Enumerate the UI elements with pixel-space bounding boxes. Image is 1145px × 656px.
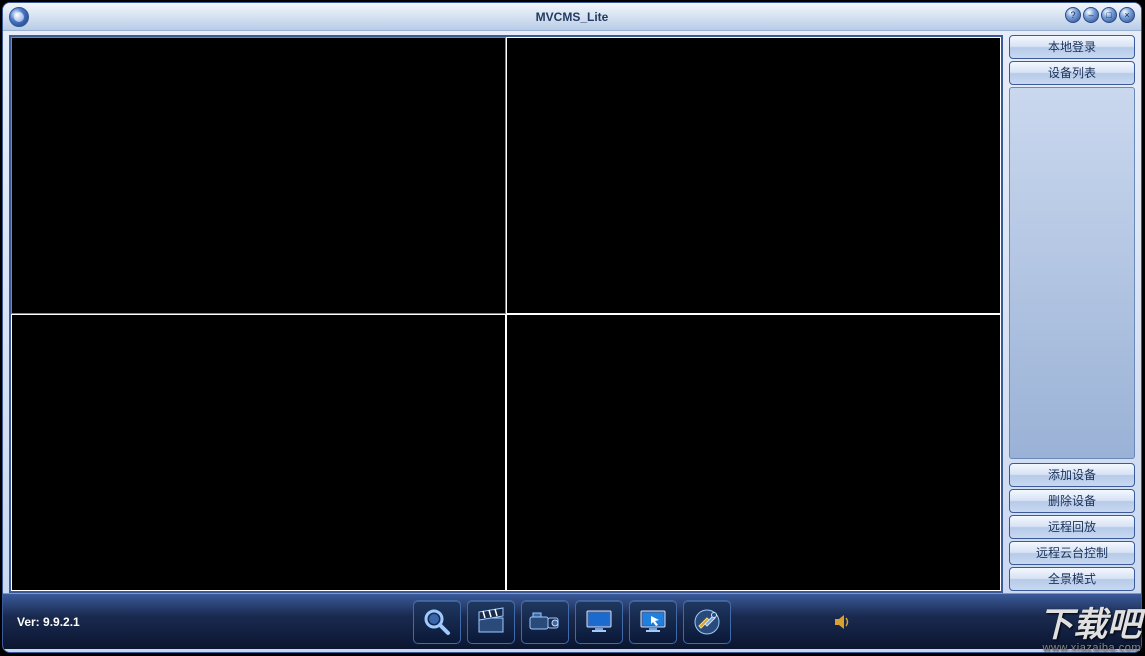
- video-cell-4[interactable]: [506, 314, 1001, 591]
- app-icon: [9, 7, 29, 27]
- video-grid: [11, 37, 1001, 591]
- footer-toolbar: Ver: 9.9.2.1: [3, 593, 1141, 649]
- remote-ptz-button[interactable]: 远程云台控制: [1009, 541, 1135, 565]
- device-list-panel[interactable]: [1009, 87, 1135, 459]
- minimize-button[interactable]: ‒: [1083, 7, 1099, 23]
- main-body: 本地登录 设备列表 添加设备 删除设备 远程回放 远程云台控制 全景模式: [3, 31, 1141, 593]
- capture-tool-button[interactable]: [629, 600, 677, 644]
- volume-button[interactable]: [833, 613, 851, 631]
- window-title: MVCMS_Lite: [3, 10, 1141, 24]
- app-window: MVCMS_Lite ? ‒ □ × 本地登录 设备列表 添加设备 删除设备 远…: [2, 2, 1142, 653]
- video-cell-2[interactable]: [506, 37, 1001, 314]
- tools-icon: [691, 606, 723, 638]
- video-grid-area: [9, 35, 1003, 593]
- video-cell-3[interactable]: [11, 314, 506, 591]
- device-list-button[interactable]: 设备列表: [1009, 61, 1135, 85]
- search-tool-button[interactable]: [413, 600, 461, 644]
- close-button[interactable]: ×: [1119, 7, 1135, 23]
- clapperboard-icon: [475, 606, 507, 638]
- camcorder-icon: [528, 607, 562, 637]
- camera-tool-button[interactable]: [521, 600, 569, 644]
- remote-playback-button[interactable]: 远程回放: [1009, 515, 1135, 539]
- monitor-icon: [583, 606, 615, 638]
- local-login-button[interactable]: 本地登录: [1009, 35, 1135, 59]
- settings-tool-button[interactable]: [683, 600, 731, 644]
- version-label: Ver: 9.9.2.1: [17, 615, 80, 629]
- video-cell-1[interactable]: [11, 37, 506, 314]
- record-tool-button[interactable]: [467, 600, 515, 644]
- speaker-icon: [833, 613, 851, 631]
- window-controls: ? ‒ □ ×: [1065, 7, 1135, 23]
- magnifier-icon: [421, 606, 453, 638]
- add-device-button[interactable]: 添加设备: [1009, 463, 1135, 487]
- sidebar: 本地登录 设备列表 添加设备 删除设备 远程回放 远程云台控制 全景模式: [1009, 35, 1135, 593]
- titlebar: MVCMS_Lite ? ‒ □ ×: [3, 3, 1141, 31]
- delete-device-button[interactable]: 删除设备: [1009, 489, 1135, 513]
- panorama-mode-button[interactable]: 全景模式: [1009, 567, 1135, 591]
- display-tool-button[interactable]: [575, 600, 623, 644]
- maximize-button[interactable]: □: [1101, 7, 1117, 23]
- toolbar-icons: [413, 600, 731, 644]
- screen-arrow-icon: [637, 606, 669, 638]
- help-button[interactable]: ?: [1065, 7, 1081, 23]
